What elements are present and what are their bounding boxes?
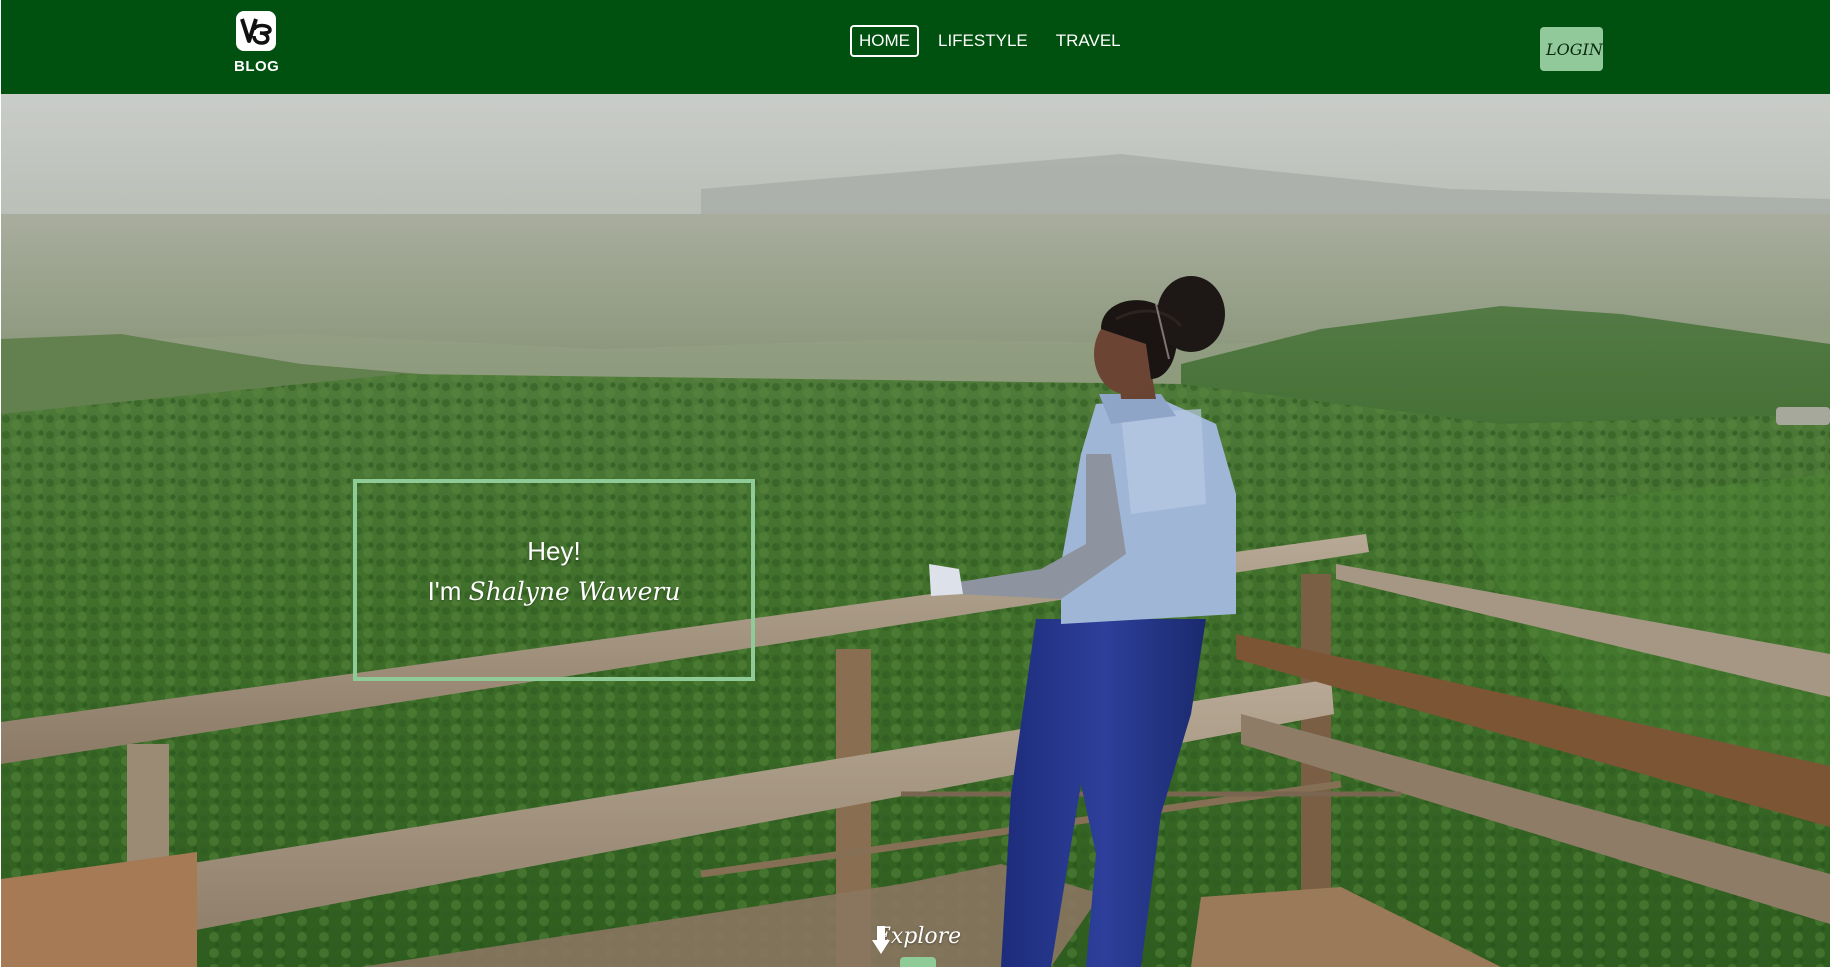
arrow-down-icon <box>872 926 890 954</box>
intro-prefix: I'm <box>427 576 462 606</box>
hero-background-photo <box>1 94 1830 967</box>
main-nav: HOME LIFESTYLE TRAVEL <box>850 25 1130 57</box>
hero-section: Hey! I'm Shalyne Waweru Explore <box>1 94 1830 967</box>
nav-lifestyle[interactable]: LIFESTYLE <box>929 25 1037 57</box>
top-navbar: BLOG HOME LIFESTYLE TRAVEL LOGIN <box>1 0 1830 94</box>
brand-home-link[interactable]: BLOG <box>234 11 280 75</box>
explore-button[interactable] <box>872 926 936 967</box>
nav-travel[interactable]: TRAVEL <box>1047 25 1130 57</box>
login-button[interactable]: LOGIN <box>1540 27 1603 71</box>
explore-section: Explore <box>871 924 965 967</box>
nav-home[interactable]: HOME <box>850 25 919 57</box>
intro-line: I'm Shalyne Waweru <box>357 576 751 607</box>
greeting-text: Hey! <box>527 536 581 566</box>
greeting-box: Hey! I'm Shalyne Waweru <box>353 479 755 681</box>
brand-label: BLOG <box>234 58 280 75</box>
author-name: Shalyne Waweru <box>468 577 681 606</box>
vb-logo-icon <box>236 11 276 51</box>
